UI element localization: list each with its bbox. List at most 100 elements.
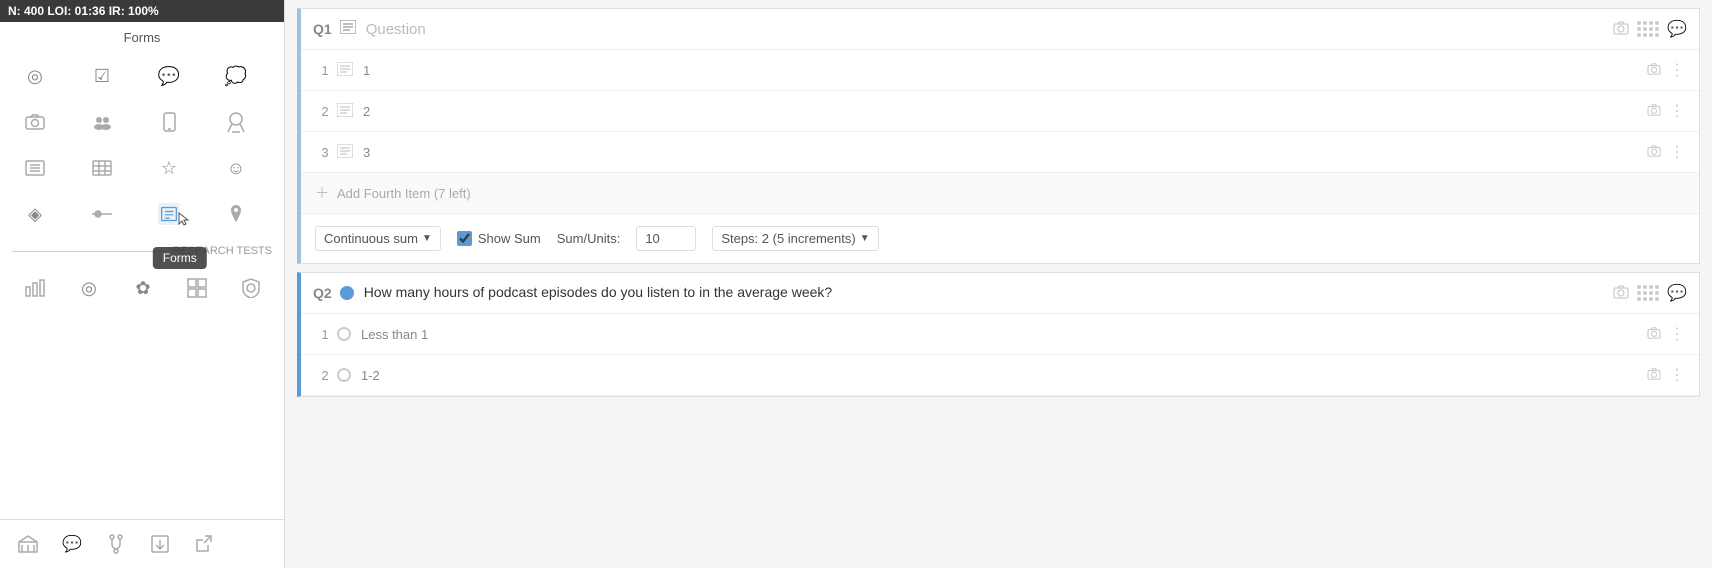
sidebar-pin-icon[interactable] [209,191,263,237]
forms-icon-grid: ◎ ☑ 💬 💭 ☆ ☺ ◈ [0,49,284,241]
sidebar-speech-icon[interactable]: 💬 [142,53,196,99]
q2-item-1-actions: ⋮ [1647,322,1687,346]
q2-item-2-actions: ⋮ [1647,363,1687,387]
sidebar-radio-icon[interactable]: ◎ [8,53,62,99]
q2-chat-icon[interactable]: 💬 [1667,283,1687,303]
sidebar-slider-icon[interactable] [75,191,129,237]
q2-item-2-text: 1-2 [361,368,1647,383]
sum-units-input[interactable] [636,226,696,251]
bank-bottom-icon[interactable] [8,526,48,562]
research-shield-icon[interactable] [224,265,278,311]
question-block-q1: Q1 Question 💬 1 1 [297,8,1700,264]
q1-chat-icon[interactable]: 💬 [1667,19,1687,39]
q1-item-3-num: 3 [313,145,337,160]
stats-label: N: 400 LOI: 01:36 IR: 100% [8,4,159,18]
q1-header: Q1 Question 💬 [301,9,1699,50]
q1-item-3-camera-icon[interactable] [1647,144,1661,160]
q1-camera-icon[interactable] [1613,21,1629,38]
research-icon-grid: ◎ ✿ [0,261,284,315]
sum-units-label: Sum/Units: [557,231,621,246]
top-bar: N: 400 LOI: 01:36 IR: 100% [0,0,284,22]
sidebar-camera-icon[interactable] [8,99,62,145]
sidebar-mobile-icon[interactable] [142,99,196,145]
show-sum-checkbox[interactable] [457,231,472,246]
q1-controls: Continuous sum ▼ Show Sum Sum/Units: Ste… [301,213,1699,263]
research-tests-divider: RESEARCH TESTS [0,241,284,261]
q2-item-2-camera-icon[interactable] [1647,367,1661,383]
q1-item-3: 3 3 ⋮ [301,132,1699,173]
forms-section-title: Forms [0,22,284,49]
sidebar-checkbox-icon[interactable]: ☑ [75,53,129,99]
q2-item-1: 1 Less than 1 ⋮ [301,314,1699,355]
research-grid-icon[interactable] [170,265,224,311]
q1-item-1-camera-icon[interactable] [1647,62,1661,78]
q2-item-1-num: 1 [313,327,337,342]
research-tests-label: RESEARCH TESTS [173,245,272,257]
q1-grid-icon[interactable] [1635,19,1661,39]
q2-item-1-radio [337,327,351,341]
steps-dropdown[interactable]: Steps: 2 (5 increments) ▼ [712,226,878,251]
show-sum-checkbox-label[interactable]: Show Sum [457,231,541,246]
steps-label: Steps: 2 (5 increments) [721,231,855,246]
q2-type-icon [340,286,354,300]
add-item-label: Add Fourth Item (7 left) [337,186,471,201]
add-item-icon: ＋ [315,183,329,203]
continuous-sum-label: Continuous sum [324,231,418,246]
q2-item-1-camera-icon[interactable] [1647,326,1661,342]
q1-item-1: 1 1 ⋮ [301,50,1699,91]
research-chart-icon[interactable] [8,265,62,311]
q2-header: Q2 How many hours of podcast episodes do… [301,273,1699,314]
sidebar-comment-icon[interactable]: 💭 [209,53,263,99]
q2-item-2: 2 1-2 ⋮ [301,355,1699,396]
export-bottom-icon[interactable] [184,526,224,562]
main-content: Q1 Question 💬 1 1 [285,0,1712,568]
q1-item-2-actions: ⋮ [1647,99,1687,123]
q1-item-2-num: 2 [313,104,337,119]
dropdown-chevron: ▼ [422,233,432,244]
import-bottom-icon[interactable] [140,526,180,562]
q2-item-2-num: 2 [313,368,337,383]
question-block-q2: Q2 How many hours of podcast episodes do… [297,272,1700,397]
q1-item-3-actions: ⋮ [1647,140,1687,164]
q1-item-2-text: 2 [363,104,1647,119]
q1-add-item-row[interactable]: ＋ Add Fourth Item (7 left) [301,173,1699,213]
q2-grid-icon[interactable] [1635,283,1661,303]
q1-item-3-icon [337,144,353,161]
sidebar-diamond-icon[interactable]: ◈ [8,191,62,237]
sidebar-star-icon[interactable]: ☆ [142,145,196,191]
continuous-sum-dropdown[interactable]: Continuous sum ▼ [315,226,441,251]
sidebar-award-icon[interactable] [209,99,263,145]
sidebar: N: 400 LOI: 01:36 IR: 100% Forms ◎ ☑ 💬 💭 [0,0,285,568]
research-target-icon[interactable]: ◎ [62,265,116,311]
bottom-toolbar: 💬 [0,519,284,568]
q1-item-1-num: 1 [313,63,337,78]
q1-item-2-more-icon[interactable]: ⋮ [1665,99,1687,123]
q1-placeholder: Question [366,21,1613,38]
q2-actions: 💬 [1613,283,1687,303]
q2-text: How many hours of podcast episodes do yo… [364,283,1613,303]
q2-item-2-radio [337,368,351,382]
q2-item-1-text: Less than 1 [361,327,1647,342]
q2-camera-icon[interactable] [1613,285,1629,302]
sidebar-group-icon[interactable] [75,99,129,145]
sidebar-forms-icon[interactable]: Forms [142,191,196,237]
q1-actions: 💬 [1613,19,1687,39]
q1-item-1-more-icon[interactable]: ⋮ [1665,58,1687,82]
q1-item-1-icon [337,62,353,79]
fork-bottom-icon[interactable] [96,526,136,562]
q2-item-2-more-icon[interactable]: ⋮ [1665,363,1687,387]
q1-item-3-more-icon[interactable]: ⋮ [1665,140,1687,164]
sidebar-emoji-icon[interactable]: ☺ [209,145,263,191]
q1-label: Q1 [313,21,332,37]
research-flower-icon[interactable]: ✿ [116,265,170,311]
message-bottom-icon[interactable]: 💬 [52,526,92,562]
sidebar-table-icon[interactable] [75,145,129,191]
steps-chevron: ▼ [860,233,870,244]
q1-item-2-camera-icon[interactable] [1647,103,1661,119]
q2-item-1-more-icon[interactable]: ⋮ [1665,322,1687,346]
q1-item-3-text: 3 [363,145,1647,160]
q1-item-1-text: 1 [363,63,1647,78]
show-sum-text: Show Sum [478,231,541,246]
sidebar-list-icon[interactable] [8,145,62,191]
q1-item-2: 2 2 ⋮ [301,91,1699,132]
